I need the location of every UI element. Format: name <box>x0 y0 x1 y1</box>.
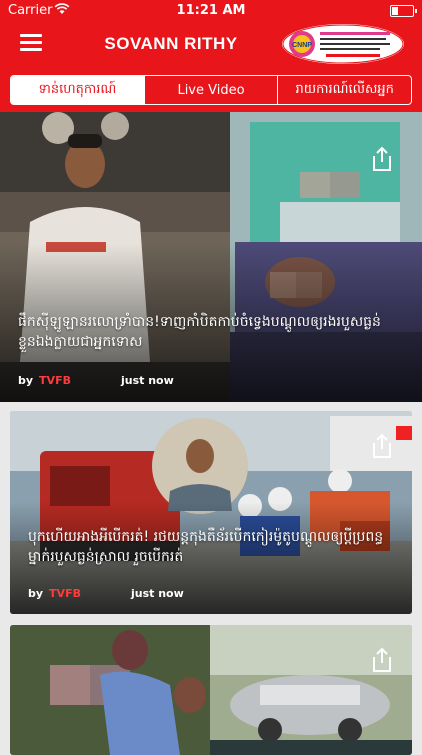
share-icon[interactable] <box>370 433 394 459</box>
byline-prefix: by <box>18 374 34 387</box>
article-author[interactable]: TVFB <box>49 587 81 600</box>
featured-article[interactable]: ផឹកស៊ីឡូឡានរលោទ្រាំបាន!ទាញកាំបិតកាប់ចំទ្… <box>0 112 422 402</box>
app-header: SOVANN RITHY CNNP <box>0 22 422 68</box>
article-time: just now <box>120 374 174 387</box>
article-headline[interactable]: បុកហើយអាងអីបើករត់! រថយន្តកុងតឺន័របើកកៀរម… <box>28 527 396 567</box>
share-icon[interactable] <box>370 146 394 172</box>
tab-breaking-news[interactable]: ទាន់ហេតុការណ៍ <box>11 76 145 104</box>
app-title: SOVANN RITHY <box>104 34 238 53</box>
clock: 11:21 AM <box>176 3 246 18</box>
article-author[interactable]: TVFB <box>39 374 71 387</box>
share-icon[interactable] <box>370 647 394 673</box>
tab-bar: ទាន់ហេតុការណ៍ Live Video រាយការណ៍លើសអ្នក <box>0 68 422 112</box>
article-card[interactable] <box>10 625 412 755</box>
tab-user-reports[interactable]: រាយការណ៍លើសអ្នក <box>278 76 411 104</box>
status-bar: Carrier 11:21 AM <box>0 0 422 22</box>
article-card[interactable]: បុកហើយអាងអីបើករត់! រថយន្តកុងតឺន័របើកកៀរម… <box>10 411 412 614</box>
brand-logo[interactable]: CNNP <box>282 24 404 64</box>
article-card-photo <box>10 625 412 755</box>
battery-icon <box>390 5 417 17</box>
hamburger-icon[interactable] <box>20 34 42 52</box>
article-meta: by TVFB just now <box>18 374 174 387</box>
svg-text:CNNP: CNNP <box>292 42 312 49</box>
article-time: just now <box>130 587 184 600</box>
tab-live-video[interactable]: Live Video <box>145 76 279 104</box>
article-headline[interactable]: ផឹកស៊ីឡូឡានរលោទ្រាំបាន!ទាញកាំបិតកាប់ចំទ្… <box>18 312 406 352</box>
article-meta: by TVFB just now <box>28 587 184 600</box>
byline-prefix: by <box>28 587 44 600</box>
segmented-control: ទាន់ហេតុការណ៍ Live Video រាយការណ៍លើសអ្នក <box>10 75 412 105</box>
